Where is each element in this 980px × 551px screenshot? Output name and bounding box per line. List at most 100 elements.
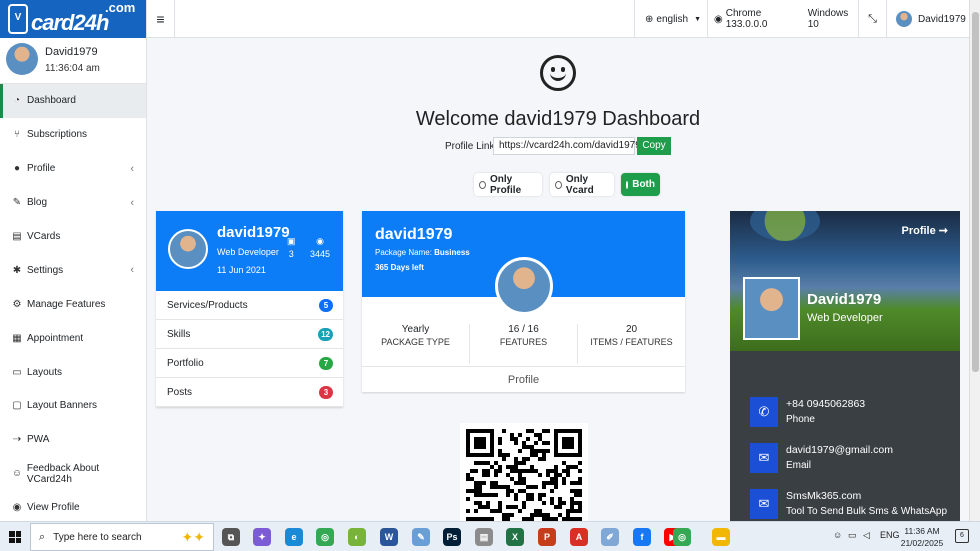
sidebar-item-blog[interactable]: ✎ Blog ‹ [0, 186, 146, 220]
qr-module [562, 437, 574, 449]
sidebar-item-layouts[interactable]: ▭ Layouts [0, 355, 146, 389]
language-selector[interactable]: ⊕ english ▼ [634, 0, 707, 38]
sidebar-item-view-profile[interactable]: ◉ View Profile [0, 491, 146, 521]
sidebar-item-subscriptions[interactable]: ⑂ Subscriptions [0, 118, 146, 152]
qr-module [550, 469, 554, 473]
sidebar-item-profile[interactable]: ● Profile ‹ [0, 152, 146, 186]
qr-module [486, 469, 490, 473]
sidebar-item-feedback-about-vcard24h[interactable]: ☺ Feedback About VCard24h [0, 457, 146, 491]
sparkle-icon: ✦✦ [181, 529, 205, 545]
option-only-vcard[interactable]: Only Vcard [550, 173, 614, 196]
qr-module [490, 485, 494, 489]
qr-module [514, 469, 518, 473]
menu-toggle-button[interactable]: ≡ [147, 0, 175, 38]
paint3d-icon[interactable]: ✐ [601, 528, 619, 546]
sidebar-item-appointment[interactable]: ▦ Appointment [0, 321, 146, 355]
windows-start-icon[interactable] [9, 531, 21, 543]
qr-module [578, 481, 582, 485]
profile-stats-list: Services/Products 5 Skills 12 Portfolio 7 Post… [156, 291, 343, 407]
user-menu[interactable]: David1979 [886, 0, 969, 38]
avatar [495, 257, 553, 315]
list-item-posts[interactable]: Posts 3 [156, 378, 343, 407]
option-both[interactable]: Both [621, 173, 660, 196]
radio-button[interactable] [626, 180, 629, 189]
sidebar-item-layout-banners[interactable]: ▢ Layout Banners [0, 389, 146, 423]
qr-module [542, 493, 546, 497]
qr-module [538, 433, 542, 437]
qr-module [482, 505, 486, 509]
qr-module [526, 429, 530, 433]
qr-module [574, 509, 578, 513]
sidebar-item-manage-features[interactable]: ⚙ Manage Features [0, 287, 146, 321]
qr-module [538, 493, 542, 497]
profile-link-field[interactable]: https://vcard24h.com/david1979 [493, 137, 641, 155]
list-item-label: Services/Products [167, 299, 248, 311]
volume-icon[interactable]: ◁ [863, 530, 870, 541]
qr-module [526, 493, 530, 497]
qr-module [538, 437, 542, 441]
search-placeholder: Type here to search [53, 531, 142, 543]
logo-phone-icon: V [8, 4, 28, 34]
task-view-icon[interactable]: ⧉ [222, 528, 240, 546]
facebook-icon[interactable]: f [633, 528, 651, 546]
qr-module [498, 441, 502, 445]
taskbar-clock[interactable]: 11:36 AM 21/02/2025 [895, 525, 949, 549]
explorer-icon[interactable]: ▬ [712, 528, 730, 546]
notification-icon[interactable]: 6 [955, 529, 969, 543]
qr-module [486, 493, 490, 497]
radio-button[interactable] [555, 180, 562, 189]
scrollbar-thumb[interactable] [972, 12, 979, 372]
qr-module [510, 505, 514, 509]
qr-module [534, 485, 538, 489]
qr-module [478, 461, 482, 465]
sidebar-item-pwa[interactable]: ⇢ PWA [0, 423, 146, 457]
profile-card-name: david1979 [217, 224, 290, 241]
chrome-active-icon[interactable]: ◎ [673, 528, 691, 546]
qr-module [526, 457, 530, 461]
file-icon[interactable]: ▤ [475, 528, 493, 546]
list-item-skills[interactable]: Skills 12 [156, 320, 343, 349]
copy-button[interactable]: Copy [637, 137, 671, 155]
contact-value: david1979@gmail.com [786, 444, 893, 456]
page-scrollbar[interactable] [969, 0, 980, 521]
app-green-icon[interactable]: ◐ [348, 528, 366, 546]
sidebar-item-settings[interactable]: ✱ Settings ‹ [0, 253, 146, 287]
radio-button[interactable] [479, 180, 487, 189]
chrome-icon[interactable]: ◎ [316, 528, 334, 546]
option-only-profile[interactable]: Only Profile [474, 173, 542, 196]
qr-module [558, 513, 562, 517]
user-panel[interactable]: David1979 11:36:04 am [0, 38, 146, 84]
qr-module [518, 461, 522, 465]
qr-module [562, 501, 566, 505]
qr-module [534, 453, 538, 457]
vcard24h-logo[interactable]: V card24h .com [0, 0, 146, 38]
profile-footer-link[interactable]: Profile [362, 366, 685, 392]
sidebar-item-vcards[interactable]: ▤ VCards [0, 220, 146, 254]
qr-module [530, 513, 534, 517]
word-icon[interactable]: W [380, 528, 398, 546]
copilot-icon[interactable]: ✦ [253, 528, 271, 546]
pwa-icon: ⇢ [12, 434, 22, 446]
edge-icon[interactable]: e [285, 528, 303, 546]
taskbar-search-input[interactable]: ⌕ Type here to search ✦✦ [30, 523, 214, 551]
vcard-profile-link[interactable]: Profile ➞ [901, 224, 948, 237]
network-icon[interactable]: ▭ [848, 530, 857, 541]
photoshop-icon[interactable]: Ps [443, 528, 461, 546]
qr-module [510, 489, 514, 493]
paint-icon[interactable]: ✎ [412, 528, 430, 546]
qr-module [542, 429, 546, 433]
sidebar-item-dashboard[interactable]: ◔ Dashboard [0, 84, 146, 118]
planet-background [750, 211, 820, 241]
qr-module [550, 477, 554, 481]
fullscreen-button[interactable]: ⤡ [858, 0, 886, 38]
qr-module [498, 437, 502, 441]
qr-module [554, 485, 558, 489]
top-bar: ≡ ⊕ english ▼ ◉ Chrome 133.0.0.0 Windows… [147, 0, 969, 38]
list-item-services-products[interactable]: Services/Products 5 [156, 291, 343, 320]
excel-icon[interactable]: X [506, 528, 524, 546]
pdf-icon[interactable]: A [570, 528, 588, 546]
list-item-portfolio[interactable]: Portfolio 7 [156, 349, 343, 378]
people-icon[interactable]: ☺ [833, 530, 842, 540]
powerpoint-icon[interactable]: P [538, 528, 556, 546]
qr-module [502, 429, 506, 433]
